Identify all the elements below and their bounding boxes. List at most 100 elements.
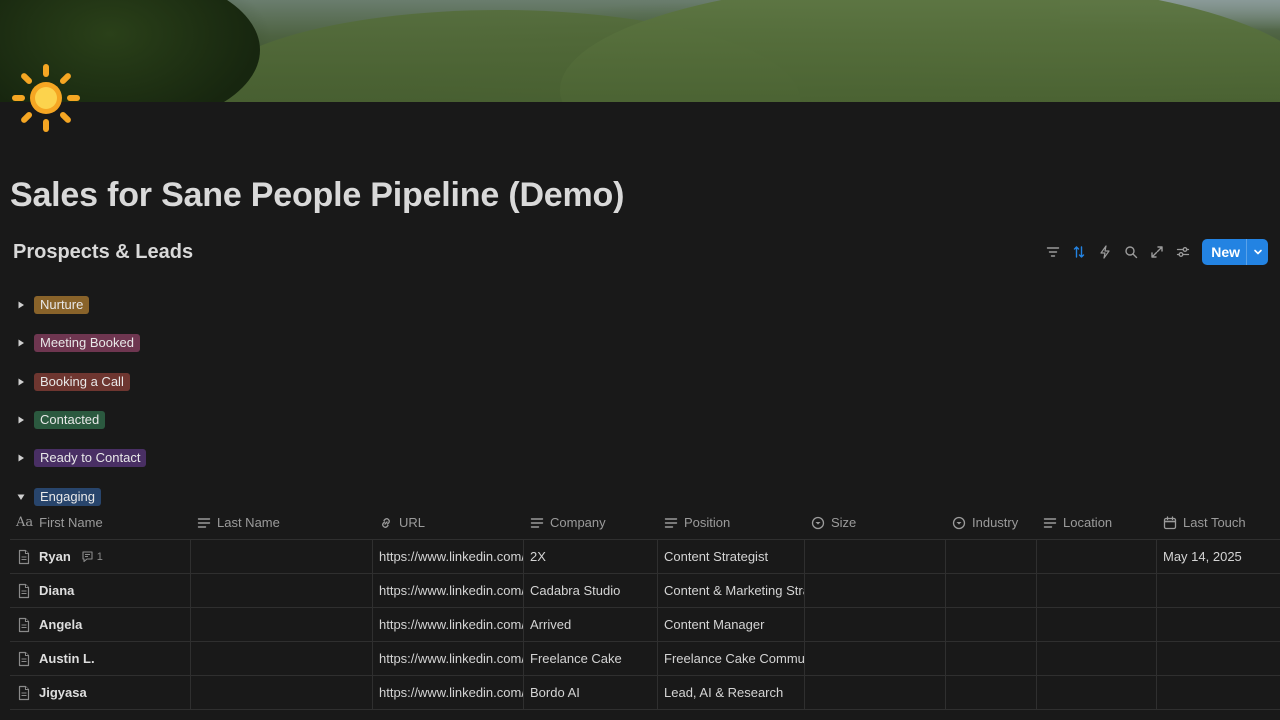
cell-url[interactable]: https://www.linkedin.com/in/ (373, 642, 524, 675)
automation-icon[interactable] (1092, 239, 1118, 265)
sun-icon[interactable] (10, 62, 82, 134)
table-row[interactable]: Angela https://www.linkedin.com/in/ Arri… (10, 608, 1280, 642)
text-icon (664, 517, 678, 528)
cell-industry[interactable] (946, 642, 1037, 675)
triangle-right-icon[interactable] (14, 448, 28, 468)
column-header-url[interactable]: URL (373, 506, 524, 539)
cell-last-name[interactable] (191, 676, 373, 709)
cell-last-touch[interactable] (1157, 608, 1280, 641)
group-tag[interactable]: Meeting Booked (34, 334, 140, 353)
filter-icon[interactable] (1040, 239, 1066, 265)
triangle-down-icon[interactable] (14, 487, 28, 507)
group-meeting-booked[interactable]: Meeting Booked (14, 324, 146, 362)
cell-last-name[interactable] (191, 642, 373, 675)
cell-company[interactable]: 2X (524, 540, 658, 573)
column-header-last-name[interactable]: Last Name (191, 506, 373, 539)
triangle-right-icon[interactable] (14, 372, 28, 392)
cell-size[interactable] (805, 574, 946, 607)
text-icon (530, 517, 544, 528)
comment-count: 1 (96, 550, 103, 563)
cell-industry[interactable] (946, 574, 1037, 607)
cell-url[interactable]: https://www.linkedin.com/in/ (373, 574, 524, 607)
cell-position[interactable]: Content Strategist (658, 540, 805, 573)
first-name: Austin L. (39, 651, 95, 666)
settings-icon[interactable] (1170, 239, 1196, 265)
cell-location[interactable] (1037, 608, 1157, 641)
triangle-right-icon[interactable] (14, 410, 28, 430)
group-tag[interactable]: Nurture (34, 296, 90, 315)
cell-last-name[interactable] (191, 608, 373, 641)
new-button-label[interactable]: New (1202, 239, 1246, 265)
page-icon (18, 549, 30, 564)
table-row[interactable]: Austin L. https://www.linkedin.com/in/ F… (10, 642, 1280, 676)
cell-url[interactable]: https://www.linkedin.com/in/ (373, 676, 524, 709)
cell-location[interactable] (1037, 676, 1157, 709)
cell-company[interactable]: Freelance Cake (524, 642, 658, 675)
table-row[interactable]: Diana https://www.linkedin.com/in/ Cadab… (10, 574, 1280, 608)
cell-last-touch[interactable] (1157, 574, 1280, 607)
column-header-company[interactable]: Company (524, 506, 658, 539)
cell-last-name[interactable] (191, 574, 373, 607)
search-icon[interactable] (1118, 239, 1144, 265)
cell-industry[interactable] (946, 608, 1037, 641)
cell-first-name[interactable]: Jigyasa (10, 676, 191, 709)
cell-first-name[interactable]: Ryan 1 (10, 540, 191, 573)
cell-last-touch[interactable] (1157, 642, 1280, 675)
cell-url[interactable]: https://www.linkedin.com/in/ (373, 608, 524, 641)
column-header-industry[interactable]: Industry (946, 506, 1037, 539)
group-tag[interactable]: Booking a Call (34, 372, 130, 391)
cell-position[interactable]: Freelance Cake Community (658, 642, 805, 675)
cell-company[interactable]: Bordo AI (524, 676, 658, 709)
triangle-right-icon[interactable] (14, 295, 28, 315)
title-icon: Aa (16, 515, 34, 530)
cell-first-name[interactable]: Angela (10, 608, 191, 641)
table-row[interactable]: Jigyasa https://www.linkedin.com/in/ Bor… (10, 676, 1280, 710)
column-header-first-name[interactable]: Aa First Name (10, 506, 191, 539)
cell-position[interactable]: Lead, AI & Research (658, 676, 805, 709)
column-header-last-touch[interactable]: Last Touch (1157, 506, 1280, 539)
cell-last-touch[interactable]: May 14, 2025 (1157, 540, 1280, 573)
table-row[interactable]: Ryan 1 https://www.linkedin.com/in/ 2X C… (10, 540, 1280, 574)
cell-position[interactable]: Content Manager (658, 608, 805, 641)
group-tag[interactable]: Ready to Contact (34, 449, 147, 468)
group-nurture[interactable]: Nurture (14, 286, 146, 324)
cell-url[interactable]: https://www.linkedin.com/in/ (373, 540, 524, 573)
group-ready-to-contact[interactable]: Ready to Contact (14, 439, 147, 477)
column-header-position[interactable]: Position (658, 506, 805, 539)
group-tag[interactable]: Contacted (34, 411, 106, 430)
cell-industry[interactable] (946, 540, 1037, 573)
group-list: Nurture Meeting Booked Booking a Call Co… (14, 286, 147, 516)
cell-last-touch[interactable] (1157, 676, 1280, 709)
cell-first-name[interactable]: Austin L. (10, 642, 191, 675)
database-toolbar: New (1040, 239, 1268, 265)
column-header-size[interactable]: Size (805, 506, 946, 539)
cell-size[interactable] (805, 676, 946, 709)
page-title[interactable]: Sales for Sane People Pipeline (Demo) (10, 176, 624, 215)
sort-icon[interactable] (1066, 239, 1092, 265)
cell-size[interactable] (805, 540, 946, 573)
new-button[interactable]: New (1202, 239, 1268, 265)
expand-icon[interactable] (1144, 239, 1170, 265)
cell-position[interactable]: Content & Marketing Strategist (658, 574, 805, 607)
cell-last-name[interactable] (191, 540, 373, 573)
first-name: Jigyasa (39, 685, 87, 700)
cell-location[interactable] (1037, 574, 1157, 607)
cell-industry[interactable] (946, 676, 1037, 709)
cell-company[interactable]: Cadabra Studio (524, 574, 658, 607)
group-contacted[interactable]: Contacted (14, 401, 146, 439)
cell-location[interactable] (1037, 642, 1157, 675)
cell-first-name[interactable]: Diana (10, 574, 191, 607)
table-header: Aa First Name Last Name URL Company Posi… (10, 506, 1280, 540)
triangle-right-icon[interactable] (14, 333, 28, 353)
first-name: Angela (39, 617, 83, 632)
group-tag[interactable]: Engaging (34, 487, 101, 506)
cell-size[interactable] (805, 608, 946, 641)
database-title[interactable]: Prospects & Leads (13, 241, 193, 264)
column-header-location[interactable]: Location (1037, 506, 1157, 539)
comment-indicator[interactable]: 1 (81, 550, 103, 563)
cell-location[interactable] (1037, 540, 1157, 573)
cell-size[interactable] (805, 642, 946, 675)
group-booking-a-call[interactable]: Booking a Call (14, 363, 146, 401)
chevron-down-icon[interactable] (1246, 239, 1268, 265)
cell-company[interactable]: Arrived (524, 608, 658, 641)
